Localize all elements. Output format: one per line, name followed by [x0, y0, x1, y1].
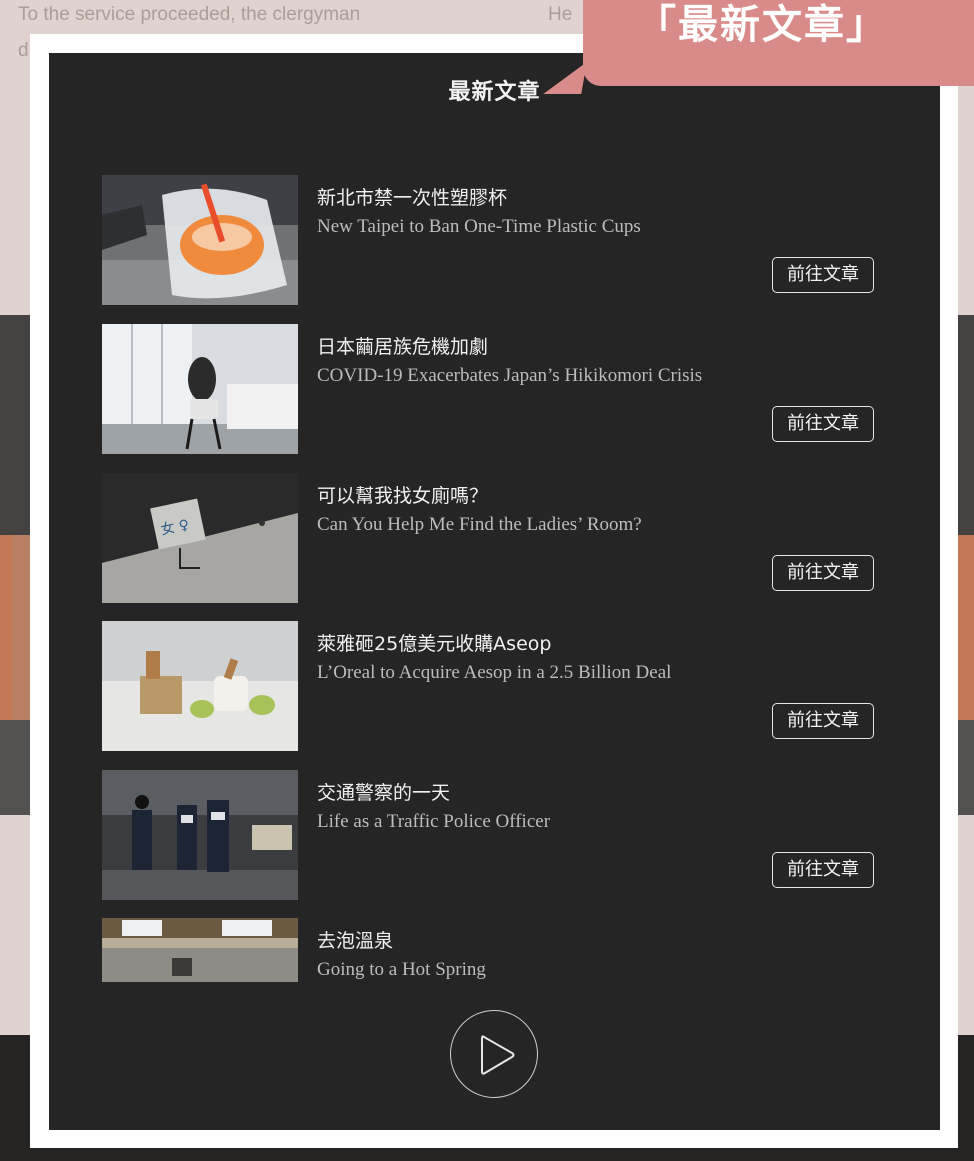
go-to-article-button[interactable]: 前往文章 [772, 852, 874, 888]
article-title-en[interactable]: New Taipei to Ban One-Time Plastic Cups [317, 212, 757, 241]
go-to-article-button[interactable]: 前往文章 [772, 257, 874, 293]
article-title-zh[interactable]: 可以幫我找女廁嗎？ [317, 481, 488, 508]
article-title-en[interactable]: Going to a Hot Spring [317, 955, 757, 984]
article-title-zh[interactable]: 交通警察的一天 [317, 778, 450, 805]
article-item[interactable]: 女 ♀ 可以幫我找女廁嗎？ Can You Help Me Find the L… [102, 473, 882, 603]
restroom-sign-thumbnail[interactable]: 女 ♀ [102, 473, 298, 603]
article-item[interactable]: 新北市禁一次性塑膠杯 New Taipei to Ban One-Time Pl… [102, 175, 882, 305]
article-title-zh[interactable]: 去泡溫泉 [317, 926, 393, 953]
article-title-en[interactable]: L’Oreal to Acquire Aesop in a 2.5 Billio… [317, 658, 757, 687]
article-title-en[interactable]: COVID-19 Exacerbates Japan’s Hikikomori … [317, 361, 757, 390]
plastic-cup-thumbnail[interactable] [102, 175, 298, 305]
go-to-article-button[interactable]: 前往文章 [772, 406, 874, 442]
article-title-en[interactable]: Life as a Traffic Police Officer [317, 807, 757, 836]
article-title-zh[interactable]: 萊雅砸25億美元收購Aseop [317, 629, 551, 656]
play-button[interactable] [450, 1010, 538, 1098]
article-title-zh[interactable]: 日本繭居族危機加劇 [317, 332, 488, 359]
article-title-en[interactable]: Can You Help Me Find the Ladies’ Room? [317, 510, 757, 539]
hot-spring-thumbnail[interactable] [102, 918, 298, 982]
article-item[interactable]: 萊雅砸25億美元收購Aseop L’Oreal to Acquire Aesop… [102, 621, 882, 751]
article-item[interactable]: 日本繭居族危機加劇 COVID-19 Exacerbates Japan’s H… [102, 324, 882, 454]
article-title-zh[interactable]: 新北市禁一次性塑膠杯 [317, 183, 507, 210]
article-item[interactable]: 去泡溫泉 Going to a Hot Spring [102, 918, 882, 982]
woman-by-window-thumbnail[interactable] [102, 324, 298, 454]
go-to-article-button[interactable]: 前往文章 [772, 703, 874, 739]
latest-articles-modal: 最新文章 新北市禁一次性塑膠杯 New Taipei to Ban One-Ti… [49, 53, 940, 1130]
cosmetics-thumbnail[interactable] [102, 621, 298, 751]
play-icon [481, 1035, 515, 1075]
callout-text: 「最新文章」 [636, 2, 888, 48]
article-item[interactable]: 交通警察的一天 Life as a Traffic Police Officer… [102, 770, 882, 900]
go-to-article-button[interactable]: 前往文章 [772, 555, 874, 591]
traffic-police-thumbnail[interactable] [102, 770, 298, 900]
